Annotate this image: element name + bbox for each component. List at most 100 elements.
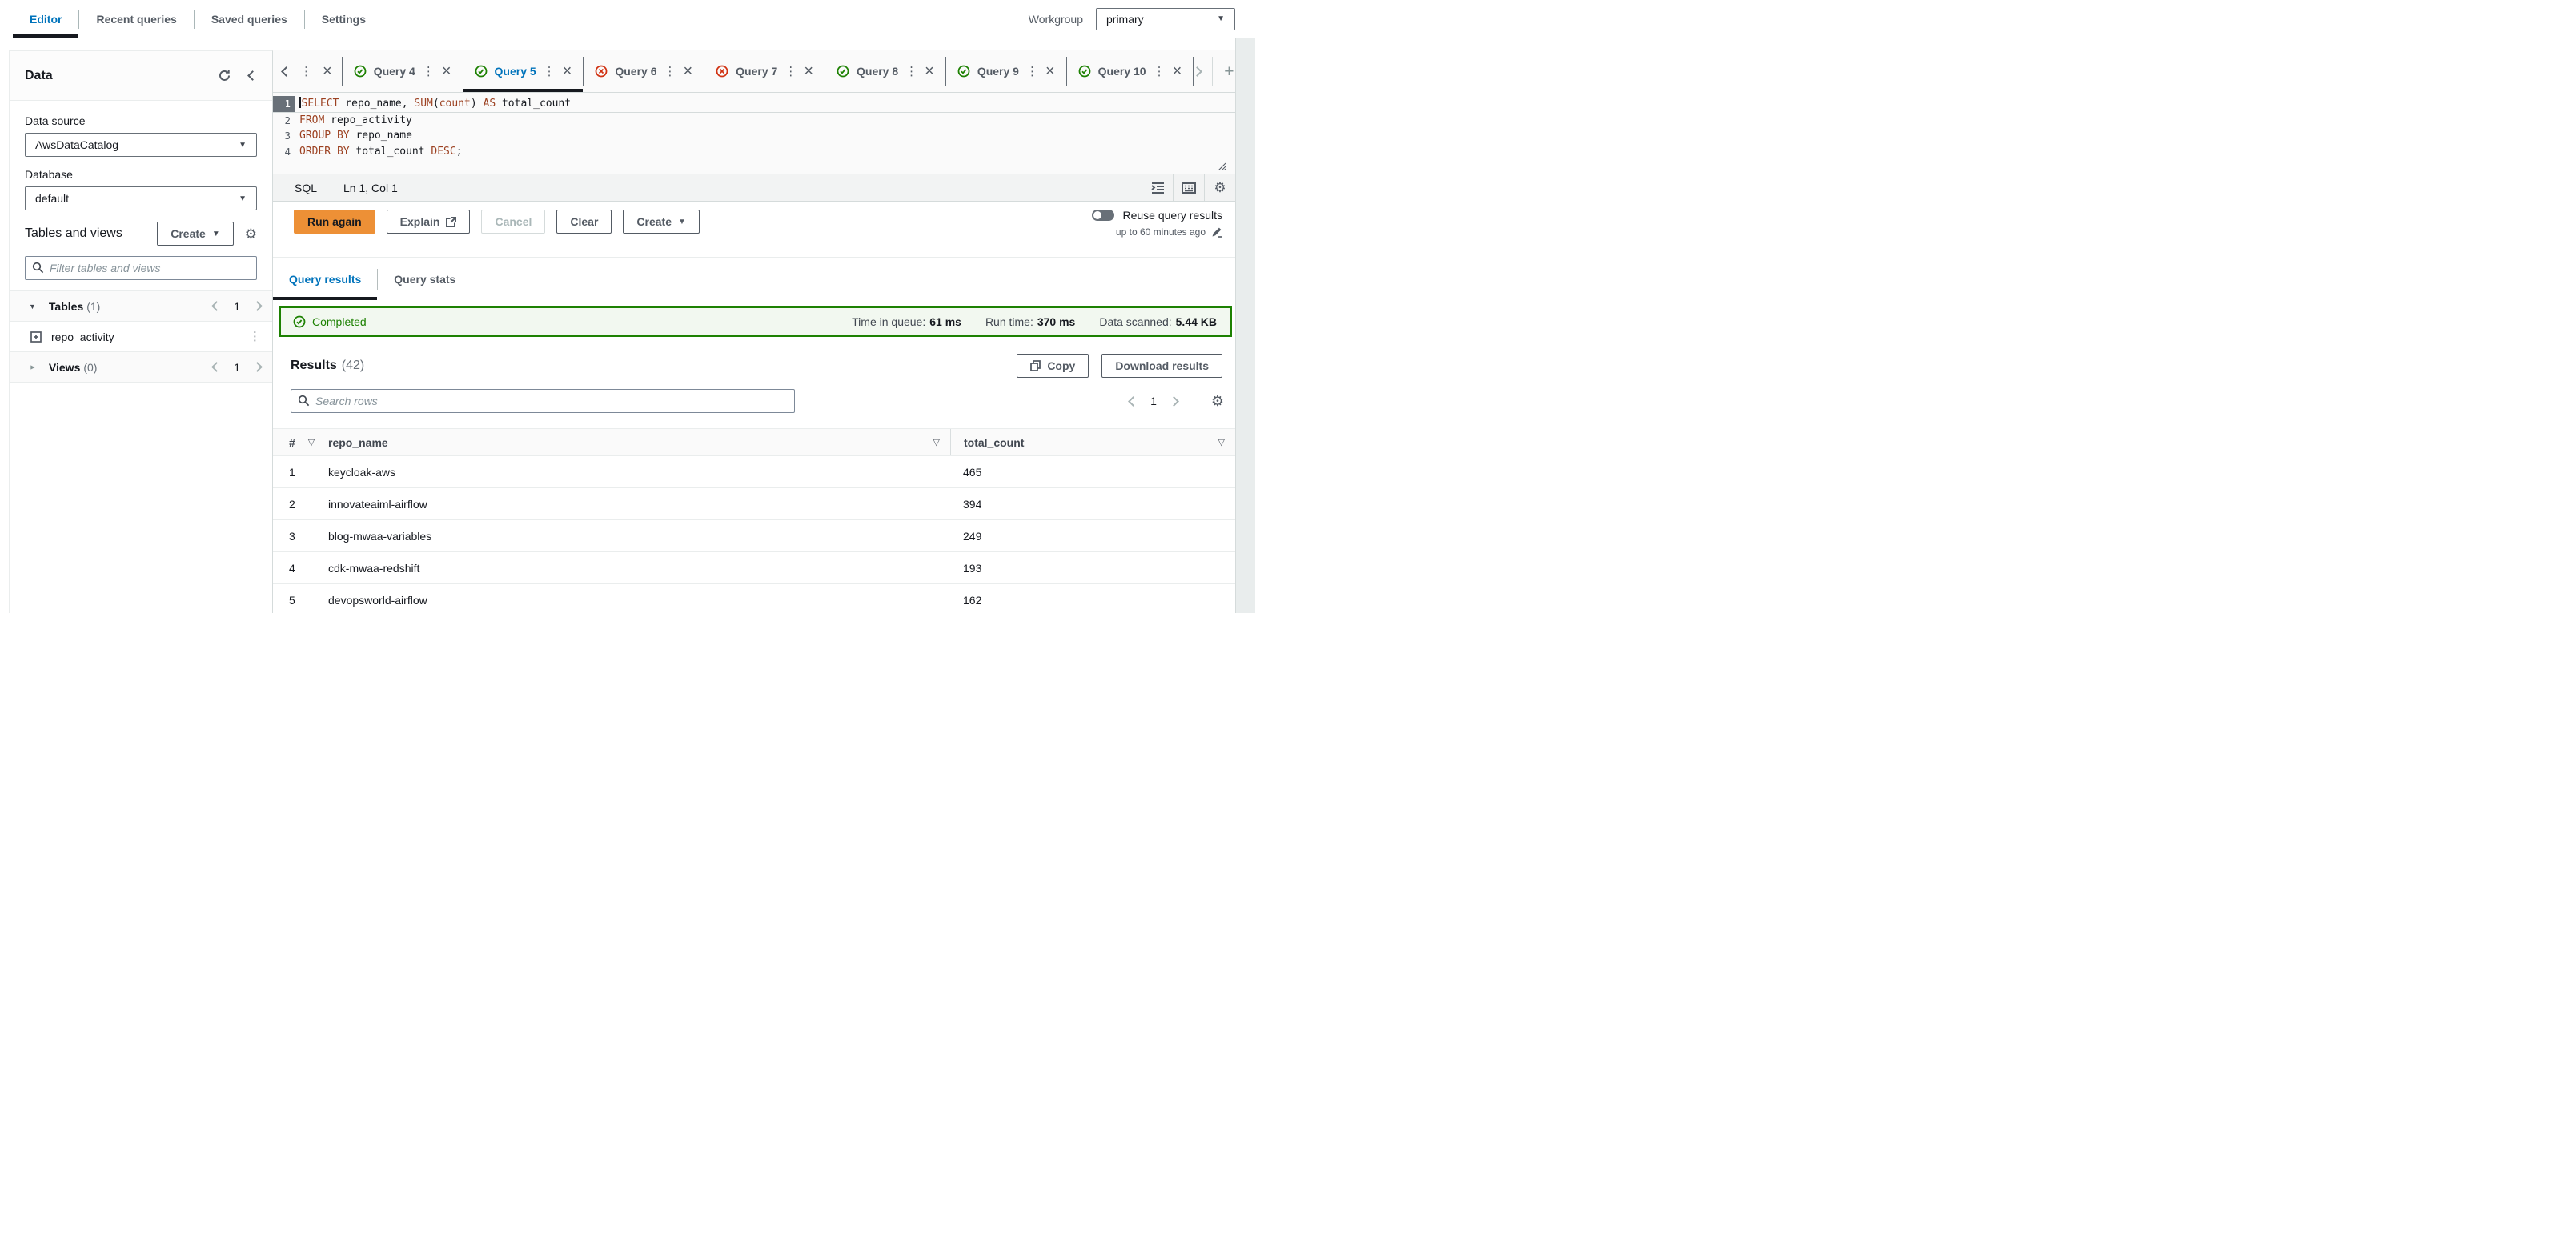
page-prev-icon[interactable]	[211, 301, 223, 311]
download-results-button[interactable]: Download results	[1101, 354, 1222, 378]
line-number: 2	[284, 114, 291, 126]
page-prev-icon[interactable]	[211, 362, 223, 372]
editor-resize-handle[interactable]	[1215, 160, 1226, 170]
create-label: Create	[636, 215, 672, 228]
query-tab-query-7[interactable]: Query 7 ⋮ ×	[704, 50, 825, 92]
tab-menu-icon[interactable]: ⋮	[784, 66, 796, 78]
cell-total-count: 162	[963, 593, 982, 607]
editor-main: ⋮ × Query 4 ⋮ × Query 5 ⋮ × Query 6 ⋮ × Query 7 ⋮ ×…	[273, 50, 1246, 613]
create-table-button[interactable]: Create ▼	[157, 222, 234, 246]
sql-keyword: ORDER BY	[299, 145, 350, 158]
search-icon	[32, 262, 44, 274]
tab-menu-icon[interactable]: ⋮	[1154, 66, 1166, 78]
database-select[interactable]: default ▼	[25, 186, 257, 210]
top-navigation: Editor Recent queries Saved queries Setting…	[0, 0, 1255, 38]
page-right-gutter	[1235, 38, 1255, 613]
create-dropdown-button[interactable]: Create ▼	[623, 210, 700, 234]
header-index-label: #	[289, 435, 295, 449]
nav-tab-editor[interactable]: Editor	[13, 0, 79, 38]
run-again-button[interactable]: Run again	[294, 210, 375, 234]
tab-close-icon[interactable]: ×	[1045, 63, 1055, 79]
tab-query-stats[interactable]: Query stats	[378, 258, 471, 300]
tables-settings-gear-icon[interactable]: ⚙	[245, 227, 257, 241]
new-tab-icon[interactable]: +	[1224, 63, 1234, 80]
query-tab-query-5[interactable]: Query 5 ⋮ ×	[463, 50, 584, 92]
cell-total-count: 193	[963, 561, 982, 575]
nav-tab-settings[interactable]: Settings	[305, 0, 383, 38]
triangle-down-icon: ▼	[29, 302, 36, 310]
views-page-number: 1	[234, 360, 240, 374]
cell-repo-name: devopsworld-airflow	[328, 593, 427, 607]
views-section-label: Views	[48, 360, 81, 374]
refresh-icon[interactable]	[218, 69, 231, 82]
nav-tab-saved-queries[interactable]: Saved queries	[195, 0, 304, 38]
copy-button[interactable]: Copy	[1017, 354, 1089, 378]
tab-menu-icon[interactable]: ⋮	[664, 66, 676, 78]
table-item-repo_activity[interactable]: repo_activity ⋮	[10, 322, 272, 352]
chevron-down-icon: ▼	[1217, 14, 1225, 23]
explain-button[interactable]: Explain	[386, 210, 471, 234]
filter-tables-input[interactable]	[25, 256, 257, 280]
search-rows-input[interactable]	[291, 389, 795, 413]
query-tab-query-4[interactable]: Query 4 ⋮ ×	[343, 50, 463, 92]
sql-text: repo_activity	[324, 114, 412, 126]
chevron-down-icon: ▼	[678, 217, 686, 226]
filter-icon[interactable]: ▽	[1218, 437, 1225, 447]
tables-section-count: (1)	[86, 299, 101, 313]
query-tab-query-10[interactable]: Query 10 ⋮ ×	[1067, 50, 1194, 92]
sql-keyword: FROM	[299, 114, 325, 126]
results-page-next-icon[interactable]	[1168, 395, 1179, 407]
workgroup-select[interactable]: primary ▼	[1096, 7, 1235, 30]
scroll-tabs-right-icon[interactable]	[1192, 66, 1203, 77]
views-section-row[interactable]: ▼ Views (0) 1	[10, 352, 272, 383]
cancel-button[interactable]: Cancel	[481, 210, 546, 234]
clear-button[interactable]: Clear	[556, 210, 612, 234]
query-metric: Data scanned: 5.44 KB	[1099, 315, 1217, 328]
header-repo-name-label: repo_name	[328, 435, 388, 449]
tab-close-icon[interactable]: ×	[563, 63, 572, 79]
hidden-tab-close-icon[interactable]: ×	[323, 63, 332, 79]
expand-plus-icon[interactable]	[30, 331, 42, 343]
sql-editor[interactable]: 1 SELECT repo_name, SUM(count) AS total_c…	[273, 93, 1235, 174]
cell-index: 3	[289, 529, 295, 543]
tab-close-icon[interactable]: ×	[925, 63, 934, 79]
query-tabs: Query 4 ⋮ × Query 5 ⋮ × Query 6 ⋮ × Query 7 ⋮ × Quer…	[343, 50, 1194, 92]
keyboard-shortcuts-icon[interactable]	[1173, 174, 1204, 201]
sql-text: )	[470, 98, 484, 110]
format-query-icon[interactable]	[1142, 174, 1173, 201]
query-tab-query-9[interactable]: Query 9 ⋮ ×	[946, 50, 1066, 92]
tab-query-results[interactable]: Query results	[273, 258, 378, 300]
scroll-tabs-left-icon[interactable]	[281, 66, 291, 77]
query-tab-label: Query 5	[494, 65, 536, 78]
tab-close-icon[interactable]: ×	[683, 63, 692, 79]
reuse-results-toggle[interactable]	[1092, 210, 1115, 221]
tables-section-row[interactable]: ▼ Tables (1) 1	[10, 291, 272, 322]
table-item-menu-icon[interactable]: ⋮	[249, 331, 261, 343]
query-tab-query-6[interactable]: Query 6 ⋮ ×	[584, 50, 704, 92]
tab-close-icon[interactable]: ×	[442, 63, 451, 79]
tab-menu-icon[interactable]: ⋮	[1026, 66, 1038, 78]
editor-settings-gear-icon[interactable]: ⚙	[1204, 174, 1235, 201]
tab-menu-icon[interactable]: ⋮	[905, 66, 917, 78]
page-next-icon[interactable]	[252, 362, 263, 372]
edit-pencil-icon[interactable]	[1211, 226, 1222, 238]
page-next-icon[interactable]	[252, 301, 263, 311]
tab-menu-icon[interactable]: ⋮	[423, 66, 435, 78]
nav-tab-recent-queries[interactable]: Recent queries	[79, 0, 193, 38]
tab-menu-icon[interactable]: ⋮	[544, 66, 556, 78]
hidden-tab-menu-icon[interactable]: ⋮	[300, 66, 312, 78]
tab-close-icon[interactable]: ×	[804, 63, 813, 79]
query-tab-query-8[interactable]: Query 8 ⋮ ×	[825, 50, 945, 92]
sql-text: repo_name	[349, 130, 412, 142]
sql-text: ;	[455, 145, 463, 158]
collapse-panel-icon[interactable]	[247, 70, 258, 81]
tab-close-icon[interactable]: ×	[1173, 63, 1182, 79]
data-source-select[interactable]: AwsDataCatalog ▼	[25, 133, 257, 157]
workgroup-control: Workgroup primary ▼	[1029, 7, 1255, 30]
filter-icon[interactable]: ▽	[933, 437, 940, 447]
filter-icon[interactable]: ▽	[308, 437, 315, 447]
views-section-count: (0)	[83, 360, 98, 374]
results-page-prev-icon[interactable]	[1128, 395, 1138, 407]
results-toolbar: 1 ⚙	[273, 389, 1235, 413]
results-settings-gear-icon[interactable]: ⚙	[1211, 394, 1224, 408]
